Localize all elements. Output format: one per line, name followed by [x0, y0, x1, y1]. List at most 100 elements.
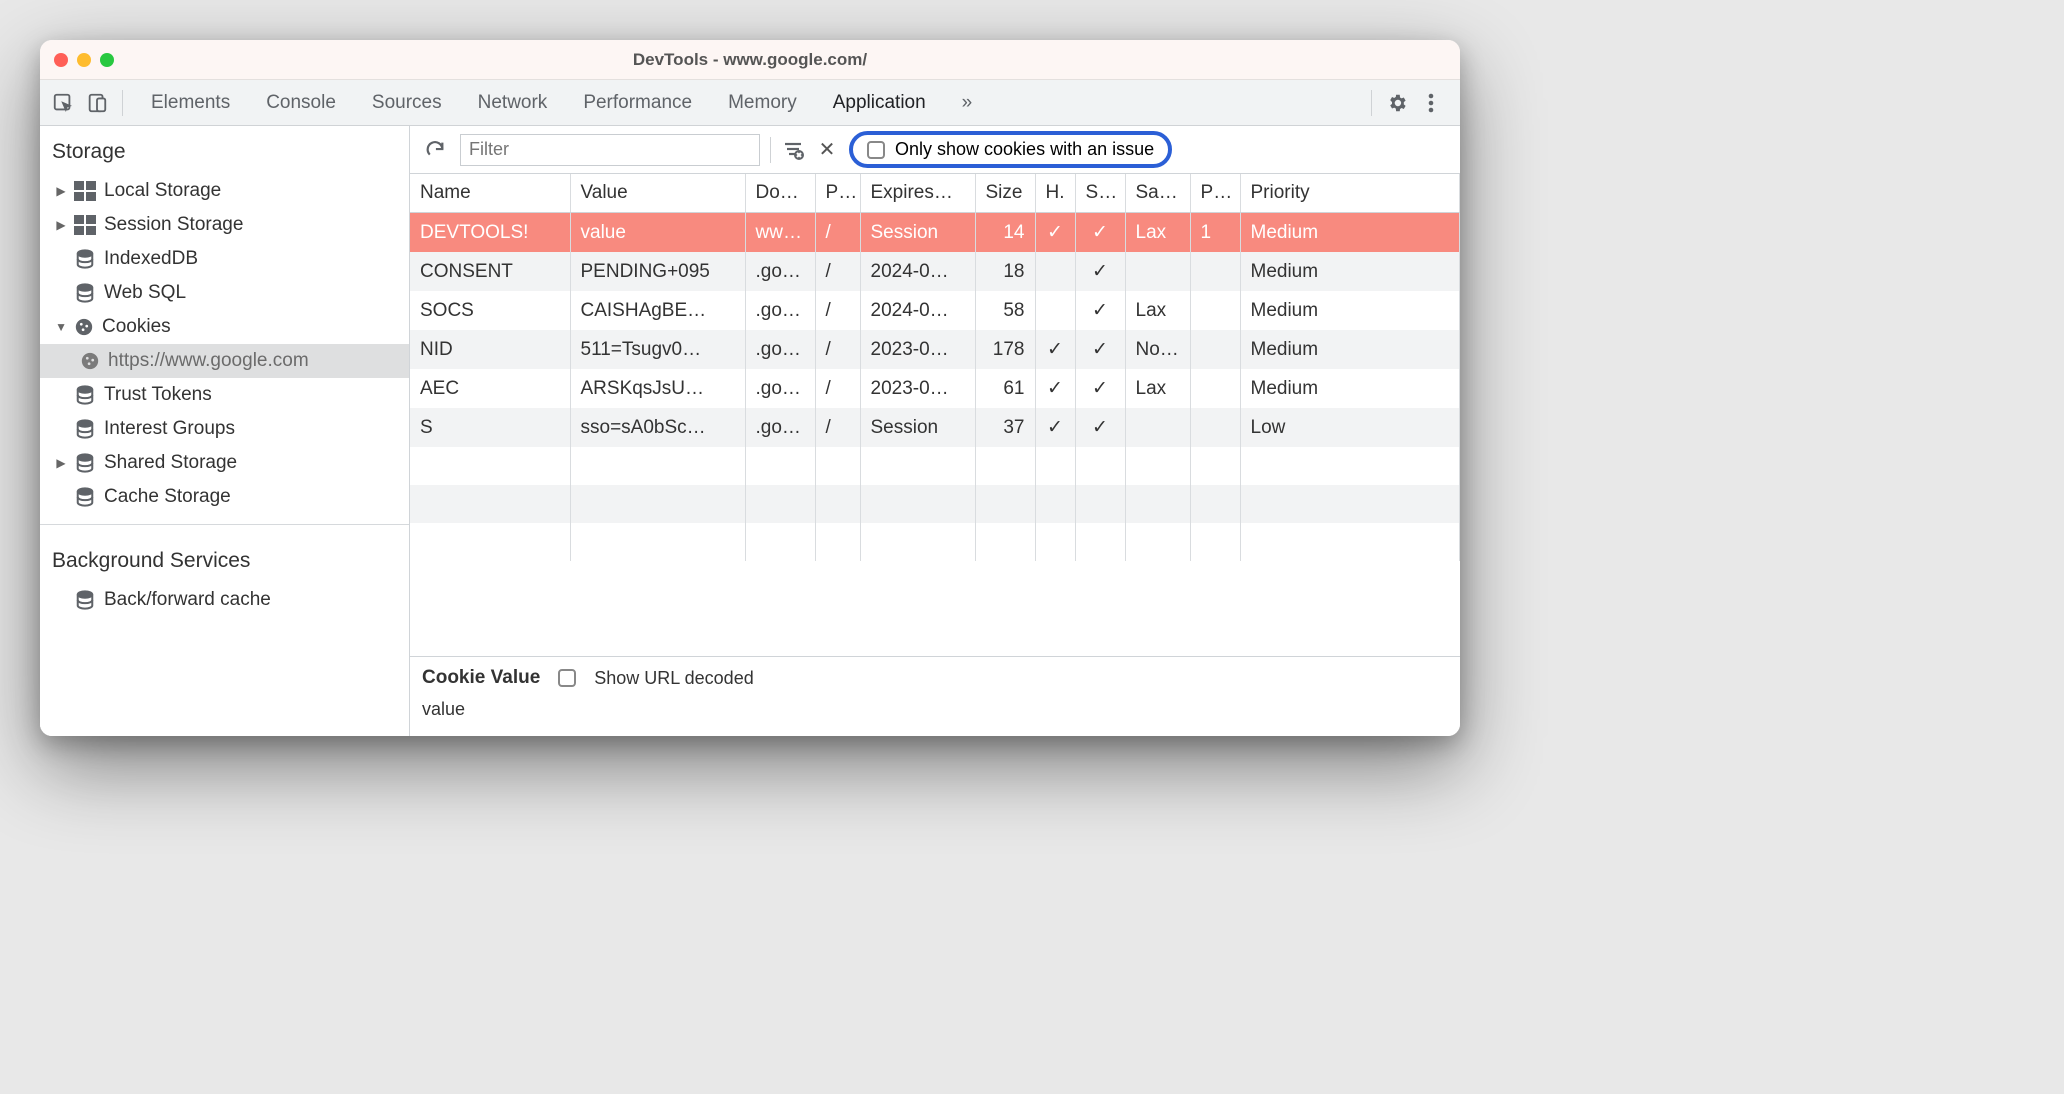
- cell-samesite: Lax: [1125, 213, 1190, 253]
- sidebar-separator: [40, 524, 409, 525]
- cell-size: 178: [975, 330, 1035, 369]
- col-priority[interactable]: Priority: [1240, 174, 1460, 213]
- cell-domain: .go…: [745, 252, 815, 291]
- sidebar-item-cookies-origin[interactable]: https://www.google.com: [40, 344, 409, 378]
- table-row-empty: [410, 485, 1460, 523]
- sidebar-item-cache-storage[interactable]: Cache Storage: [40, 480, 409, 514]
- cookies-table[interactable]: Name Value Do… P… Expires… Size H. S… Sa…: [410, 174, 1460, 656]
- cell-name: DEVTOOLS!: [410, 213, 570, 253]
- cell-samesite: Lax: [1125, 291, 1190, 330]
- table-row[interactable]: SOCSCAISHAgBE….go…/2024-0…58✓LaxMedium: [410, 291, 1460, 330]
- application-sidebar: Storage ▶ Local Storage ▶ Session Storag…: [40, 126, 410, 736]
- table-row[interactable]: DEVTOOLS!valueww…/Session14✓✓Lax1Medium: [410, 213, 1460, 253]
- devtools-window: DevTools - www.google.com/ Elements Cons…: [40, 40, 1460, 736]
- cell-secure: ✓: [1075, 408, 1125, 447]
- cell-path: /: [815, 252, 860, 291]
- sidebar-item-label: Cache Storage: [104, 486, 231, 508]
- titlebar: DevTools - www.google.com/: [40, 40, 1460, 80]
- cell-value: 511=Tsugv0…: [570, 330, 745, 369]
- tab-application[interactable]: Application: [815, 80, 944, 125]
- table-row[interactable]: NID511=Tsugv0….go…/2023-0…178✓✓No…Medium: [410, 330, 1460, 369]
- col-party[interactable]: P…: [1190, 174, 1240, 213]
- col-value[interactable]: Value: [570, 174, 745, 213]
- tab-performance[interactable]: Performance: [565, 80, 710, 125]
- sidebar-item-interest-groups[interactable]: Interest Groups: [40, 412, 409, 446]
- sidebar-item-label: Session Storage: [104, 214, 243, 236]
- cell-secure: ✓: [1075, 330, 1125, 369]
- tab-network[interactable]: Network: [460, 80, 566, 125]
- sidebar-item-label: Shared Storage: [104, 452, 237, 474]
- device-toolbar-icon[interactable]: [82, 88, 112, 118]
- database-icon: [74, 453, 96, 473]
- only-issues-checkbox[interactable]: [867, 141, 885, 159]
- table-row-empty: [410, 447, 1460, 485]
- sidebar-item-cookies[interactable]: ▼ Cookies: [40, 310, 409, 344]
- url-decoded-checkbox[interactable]: [558, 669, 576, 687]
- inspect-element-icon[interactable]: [48, 88, 78, 118]
- cell-samesite: [1125, 408, 1190, 447]
- col-domain[interactable]: Do…: [745, 174, 815, 213]
- cell-size: 14: [975, 213, 1035, 253]
- sidebar-item-indexeddb[interactable]: IndexedDB: [40, 242, 409, 276]
- more-menu-icon[interactable]: [1416, 88, 1446, 118]
- cell-http: ✓: [1035, 213, 1075, 253]
- cell-expires: 2024-0…: [860, 252, 975, 291]
- sidebar-item-websql[interactable]: Web SQL: [40, 276, 409, 310]
- clear-all-button[interactable]: ✕: [815, 137, 839, 162]
- tab-console[interactable]: Console: [248, 80, 354, 125]
- cell-expires: Session: [860, 408, 975, 447]
- only-issues-filter[interactable]: Only show cookies with an issue: [849, 131, 1172, 168]
- cell-value: sso=sA0bSc…: [570, 408, 745, 447]
- cell-expires: 2024-0…: [860, 291, 975, 330]
- cell-priority: Medium: [1240, 369, 1460, 408]
- toolbar-separator: [1371, 90, 1372, 116]
- filter-input[interactable]: [460, 134, 760, 166]
- col-http[interactable]: H.: [1035, 174, 1075, 213]
- database-icon: [74, 385, 96, 405]
- tab-sources[interactable]: Sources: [354, 80, 460, 125]
- col-path[interactable]: P…: [815, 174, 860, 213]
- sidebar-item-shared-storage[interactable]: ▶ Shared Storage: [40, 446, 409, 480]
- table-row[interactable]: AECARSKqsJsU….go…/2023-0…61✓✓LaxMedium: [410, 369, 1460, 408]
- cell-path: /: [815, 369, 860, 408]
- database-icon: [74, 487, 96, 507]
- sidebar-item-session-storage[interactable]: ▶ Session Storage: [40, 208, 409, 242]
- database-icon: [74, 283, 96, 303]
- toolbar-separator: [122, 90, 123, 116]
- table-row[interactable]: Ssso=sA0bSc….go…/Session37✓✓Low: [410, 408, 1460, 447]
- sidebar-item-label: Local Storage: [104, 180, 221, 202]
- col-expires[interactable]: Expires…: [860, 174, 975, 213]
- cell-samesite: No…: [1125, 330, 1190, 369]
- table-row[interactable]: CONSENTPENDING+095.go…/2024-0…18✓Medium: [410, 252, 1460, 291]
- cell-http: [1035, 291, 1075, 330]
- cell-samesite: [1125, 252, 1190, 291]
- cell-secure: ✓: [1075, 252, 1125, 291]
- tab-overflow[interactable]: »: [944, 80, 991, 125]
- cell-party: [1190, 408, 1240, 447]
- col-secure[interactable]: S…: [1075, 174, 1125, 213]
- sidebar-item-trust-tokens[interactable]: Trust Tokens: [40, 378, 409, 412]
- tab-elements[interactable]: Elements: [133, 80, 248, 125]
- refresh-button[interactable]: [420, 135, 450, 165]
- cell-priority: Medium: [1240, 252, 1460, 291]
- cell-size: 61: [975, 369, 1035, 408]
- cell-party: [1190, 252, 1240, 291]
- sidebar-item-local-storage[interactable]: ▶ Local Storage: [40, 174, 409, 208]
- sidebar-item-bfcache[interactable]: Back/forward cache: [40, 583, 409, 617]
- cell-size: 37: [975, 408, 1035, 447]
- sidebar-item-label: Trust Tokens: [104, 384, 212, 406]
- col-name[interactable]: Name: [410, 174, 570, 213]
- cookies-panel: ✕ Only show cookies with an issue Name: [410, 126, 1460, 736]
- col-samesite[interactable]: Sa…: [1125, 174, 1190, 213]
- col-size[interactable]: Size: [975, 174, 1035, 213]
- cell-secure: ✓: [1075, 213, 1125, 253]
- tab-memory[interactable]: Memory: [710, 80, 815, 125]
- chevron-right-icon: ▶: [56, 184, 66, 198]
- cell-name: CONSENT: [410, 252, 570, 291]
- cell-path: /: [815, 213, 860, 253]
- cell-name: AEC: [410, 369, 570, 408]
- clear-filter-icon[interactable]: [781, 138, 805, 162]
- cell-expires: 2023-0…: [860, 369, 975, 408]
- settings-gear-icon[interactable]: [1382, 88, 1412, 118]
- cell-size: 58: [975, 291, 1035, 330]
